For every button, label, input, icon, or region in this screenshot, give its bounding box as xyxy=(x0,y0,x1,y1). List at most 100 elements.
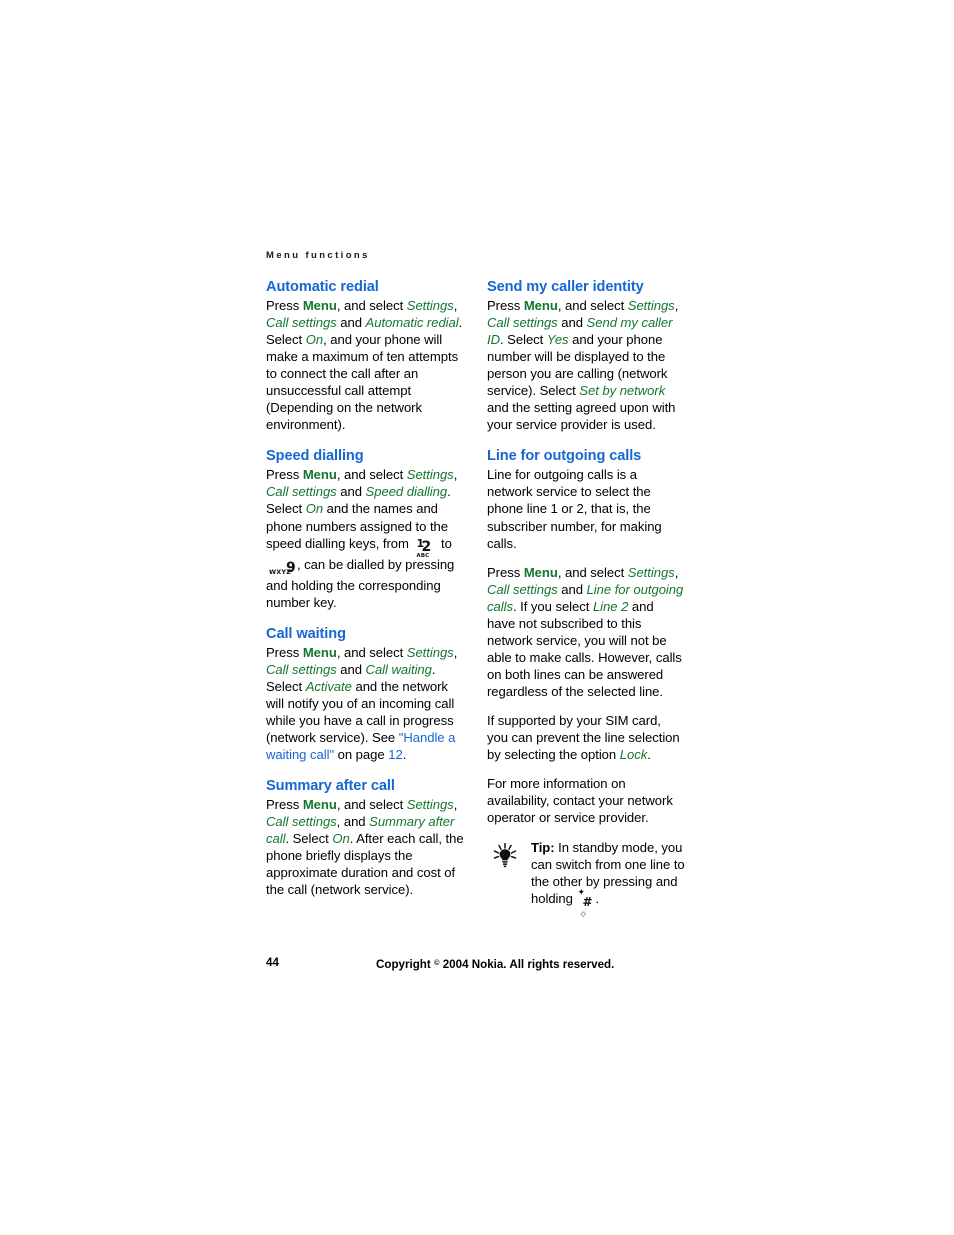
manual-section: Send my caller identity Press Menu, and s… xyxy=(487,278,685,433)
manual-section: Summary after call Press Menu, and select… xyxy=(266,777,464,898)
body-text: Press xyxy=(487,298,524,313)
menu-item-name[interactable]: On xyxy=(332,831,349,846)
copyright-suffix: 2004 Nokia. All rights reserved. xyxy=(439,958,615,971)
menu-item-name[interactable]: Automatic redial xyxy=(366,315,459,330)
menu-item-name[interactable]: Settings xyxy=(407,645,454,660)
body-text: and the setting agreed upon with your se… xyxy=(487,400,676,433)
copyright-prefix: Copyright xyxy=(376,958,434,971)
body-text: Press xyxy=(266,644,303,660)
body-text: . Select xyxy=(500,332,547,348)
menu-item-name[interactable]: Speed dialling xyxy=(366,484,448,499)
body-text: and xyxy=(336,484,366,500)
section-heading: Send my caller identity xyxy=(487,279,644,295)
paragraph: Press Menu, and select Settings, Call se… xyxy=(266,466,464,610)
menu-item-name[interactable]: Activate xyxy=(306,679,352,694)
paragraph: Press Menu, and select Settings, Call se… xyxy=(487,297,685,433)
manual-section: Speed dialling Press Menu, and select Set… xyxy=(266,447,464,610)
menu-key-label[interactable]: Menu xyxy=(303,797,337,812)
menu-item-name[interactable]: Settings xyxy=(628,565,675,580)
body-text: , and your phone will make a maximum of … xyxy=(266,332,459,433)
menu-item-name[interactable]: Call settings xyxy=(266,814,337,829)
menu-item-name[interactable]: Lock xyxy=(620,747,648,762)
tip-label: Tip: xyxy=(531,840,555,856)
paragraph: Press Menu, and select Settings, Call se… xyxy=(266,796,464,898)
menu-item-name[interactable]: Settings xyxy=(407,797,454,812)
menu-item-name[interactable]: Call waiting xyxy=(366,662,432,677)
body-text: Press xyxy=(266,797,303,813)
body-text: , and xyxy=(336,814,370,830)
body-text: , xyxy=(453,644,458,660)
paragraph: Press Menu, and select Settings, Call se… xyxy=(266,644,464,763)
body-text: and xyxy=(336,315,366,331)
menu-key-label[interactable]: Menu xyxy=(524,565,558,580)
manual-page: Menu functions Automatic redial Press Men… xyxy=(0,0,954,1235)
paragraph: Press Menu, and select Settings, Call se… xyxy=(266,297,464,433)
menu-item-name[interactable]: On xyxy=(306,332,323,347)
menu-key-label[interactable]: Menu xyxy=(524,298,558,313)
body-text: , and select xyxy=(336,644,407,660)
page-number: 44 xyxy=(266,956,279,969)
body-text: , xyxy=(453,467,458,483)
manual-section: Automatic redial Press Menu, and select S… xyxy=(266,278,464,433)
body-text: , xyxy=(674,564,679,580)
body-text: , and select xyxy=(557,564,628,580)
menu-item-name[interactable]: Call settings xyxy=(266,315,337,330)
menu-item-name[interactable]: Settings xyxy=(628,298,675,313)
menu-item-name[interactable]: Line 2 xyxy=(593,599,628,614)
body-text: Press xyxy=(266,467,303,483)
cross-reference-link[interactable]: 12 xyxy=(388,747,403,762)
body-text: on page xyxy=(334,747,389,763)
right-column: Send my caller identity Press Menu, and s… xyxy=(487,278,685,919)
body-text: , and select xyxy=(557,298,628,313)
keypad-key-hash-icon: ✦ # ◇ xyxy=(577,888,593,919)
body-text: . xyxy=(402,747,407,763)
section-heading: Speed dialling xyxy=(266,448,364,465)
section-heading: Automatic redial xyxy=(266,279,379,295)
body-text: and xyxy=(557,581,587,597)
body-text: . Select xyxy=(285,831,333,847)
body-text: , xyxy=(453,797,458,813)
menu-item-name[interactable]: Call settings xyxy=(266,484,337,499)
body-text: , and select xyxy=(336,797,407,813)
paragraph: Press Menu, and select Settings, Call se… xyxy=(487,564,685,700)
lightbulb-tip-icon xyxy=(490,843,520,869)
body-text: . xyxy=(647,747,651,763)
menu-item-name[interactable]: Call settings xyxy=(266,662,337,677)
manual-section: Call waiting Press Menu, and select Setti… xyxy=(266,625,464,763)
body-text: . xyxy=(595,891,600,907)
section-heading: Line for outgoing calls xyxy=(487,448,642,465)
body-text: For more information on availability, co… xyxy=(487,776,673,826)
menu-item-name[interactable]: Call settings xyxy=(487,582,558,597)
body-text: Press xyxy=(487,564,524,580)
tip-callout: Tip: In standby mode, you can switch fro… xyxy=(487,839,685,919)
body-text: and xyxy=(336,661,366,677)
body-text: , and select xyxy=(336,298,407,313)
menu-key-label[interactable]: Menu xyxy=(303,298,337,313)
keypad-key-9-wxyz-icon: WXYZ 9 xyxy=(269,559,296,577)
left-column: Automatic redial Press Menu, and select S… xyxy=(266,278,464,898)
paragraph: For more information on availability, co… xyxy=(487,775,685,826)
section-heading: Summary after call xyxy=(266,778,395,795)
menu-item-name[interactable]: Call settings xyxy=(487,315,558,330)
menu-item-name[interactable]: Yes xyxy=(547,332,569,347)
menu-key-label[interactable]: Menu xyxy=(303,645,337,660)
paragraph: If supported by your SIM card, you can p… xyxy=(487,712,685,763)
body-text: Press xyxy=(266,298,303,313)
manual-section: Line for outgoing calls Line for outgoing… xyxy=(487,447,685,919)
body-text: In standby mode, you can switch from one… xyxy=(531,840,685,907)
menu-item-name[interactable]: Set by network xyxy=(579,383,665,398)
menu-item-name[interactable]: On xyxy=(306,501,323,516)
body-text: . If you select xyxy=(512,598,593,614)
body-text: , xyxy=(674,298,679,313)
body-text: , and select xyxy=(336,467,407,483)
body-text: and xyxy=(557,315,587,331)
menu-item-name[interactable]: Settings xyxy=(407,298,454,313)
copyright-notice: Copyright © 2004 Nokia. All rights reser… xyxy=(376,956,614,972)
menu-key-label[interactable]: Menu xyxy=(303,467,337,482)
body-text: to xyxy=(437,535,452,551)
section-heading: Call waiting xyxy=(266,625,346,642)
body-text: , xyxy=(453,298,458,313)
menu-item-name[interactable]: Settings xyxy=(407,467,454,482)
keypad-key-2-abc-icon: 1 2 ABC xyxy=(416,536,431,560)
paragraph: Line for outgoing calls is a network ser… xyxy=(487,466,685,551)
